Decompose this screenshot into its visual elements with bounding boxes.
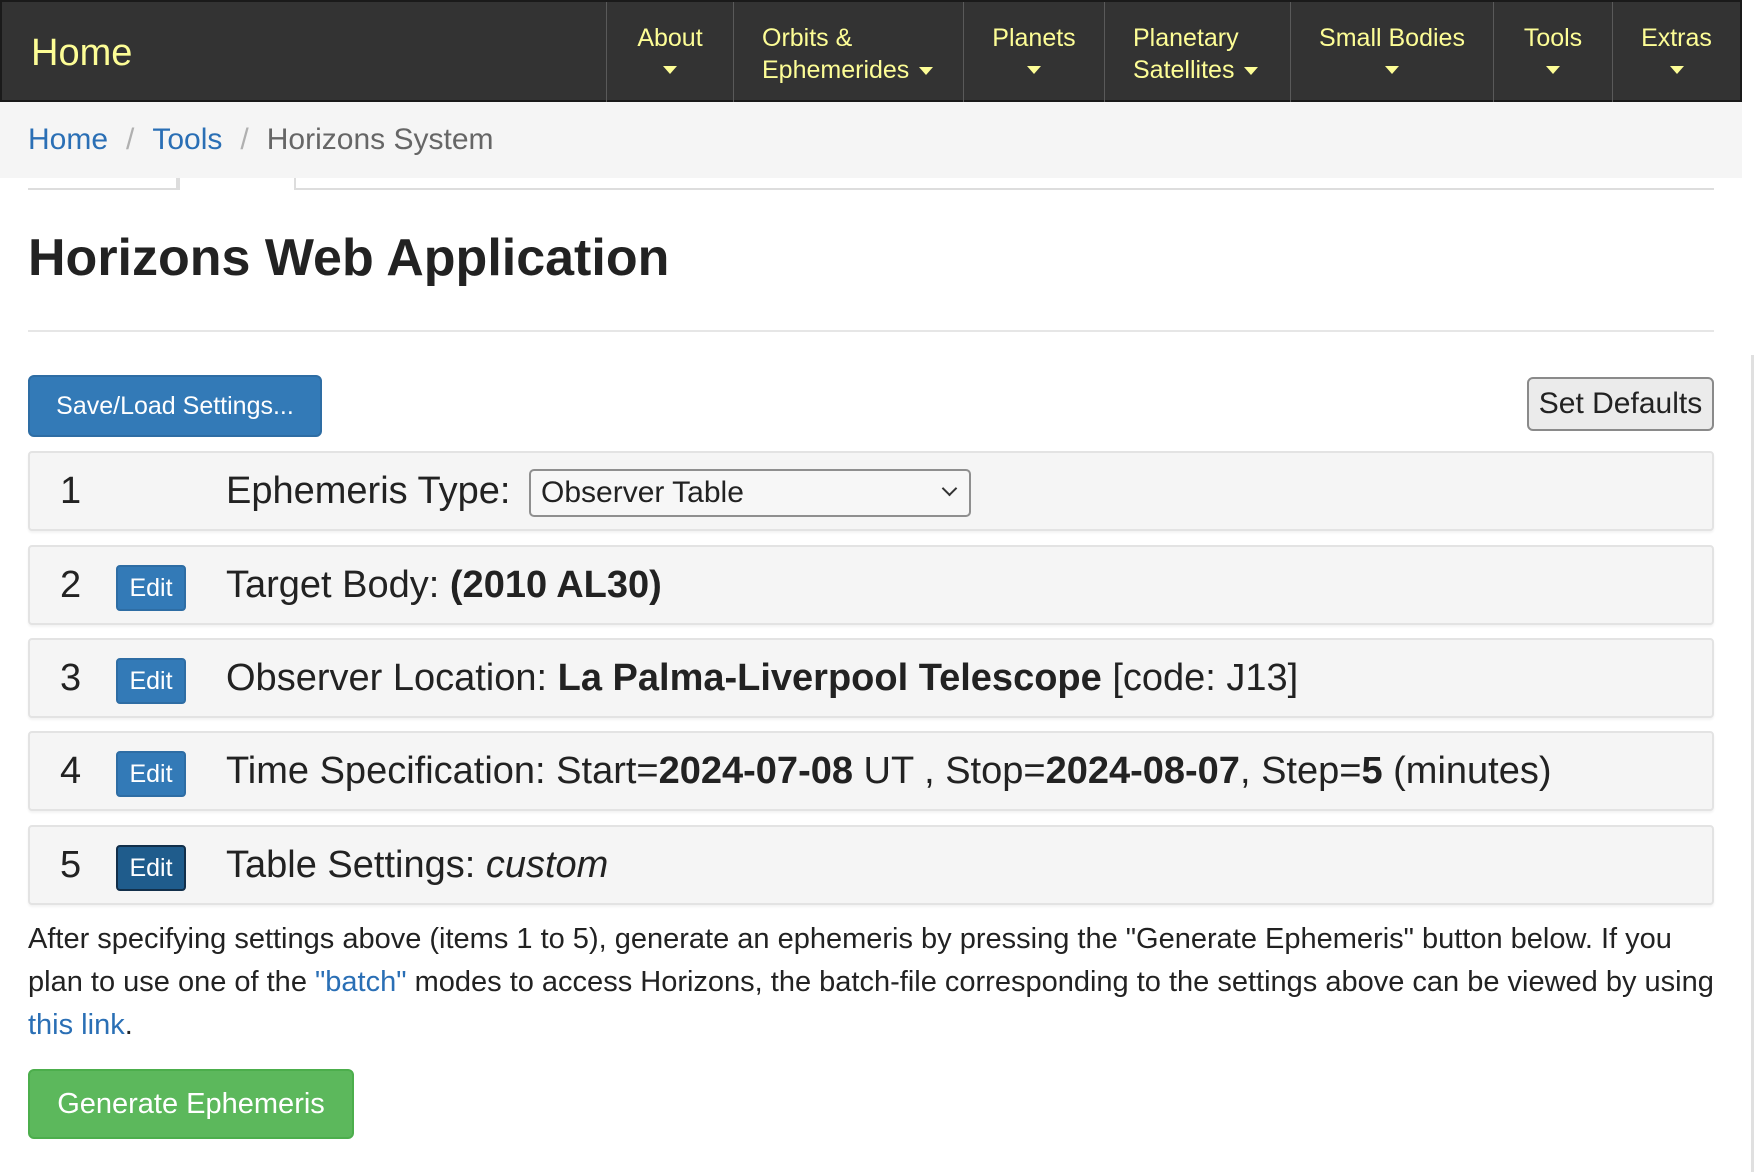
step-label: Ephemeris Type: [226,470,511,512]
step-content: Target Body: (2010 AL30) [226,547,662,623]
target-body-value: (2010 AL30) [449,564,662,606]
step-content: Table Settings: custom [226,827,608,903]
tab-stub-active [178,178,296,190]
time-text: , Step= [1239,750,1362,792]
caret-down-icon [1669,66,1684,74]
nav-item-small-bodies[interactable]: Small Bodies [1290,2,1493,102]
observer-code: [code: J13] [1112,657,1299,699]
step-label: Time Specification: Start= [226,750,659,792]
breadcrumb-current: Horizons System [266,123,494,156]
top-navbar: Home About Orbits & Ephemerides Planets … [0,0,1742,102]
page-title: Horizons Web Application [28,229,670,287]
edit-target-body-button[interactable]: Edit [116,565,186,611]
nav-item-label: Orbits & [762,24,853,52]
tab-stub [28,178,178,190]
stop-date: 2024-08-07 [1045,750,1240,792]
breadcrumb-tools-link[interactable]: Tools [152,123,222,156]
caret-down-icon [663,66,677,74]
caret-down-icon [919,67,934,76]
instructions-paragraph: After specifying settings above (items 1… [28,918,1718,1047]
this-link[interactable]: this link [28,1009,125,1041]
step-target-body: 2 Edit Target Body: (2010 AL30) [28,545,1714,625]
nav-item-planetary-satellites[interactable]: Planetary Satellites [1104,2,1290,102]
breadcrumb: Home / Tools / Horizons System [0,102,1742,178]
edit-time-specification-button[interactable]: Edit [116,751,186,797]
step-label: Table Settings: [226,844,476,886]
nav-item-label: Extras [1641,24,1712,52]
edit-table-settings-button[interactable]: Edit [116,845,186,891]
nav-item-label-line2: Satellites [1133,54,1262,86]
step-ephemeris-type: 1 Ephemeris Type: Observer Table [28,451,1714,531]
nav-item-label: Planets [992,24,1076,52]
nav-item-orbits-ephemerides[interactable]: Orbits & Ephemerides [733,2,963,102]
generate-ephemeris-button[interactable]: Generate Ephemeris [28,1069,354,1139]
step-number: 5 [60,844,82,886]
nav-item-label: Small Bodies [1319,24,1465,52]
nav-item-label: About [637,24,703,52]
nav-item-label: Planetary [1133,24,1239,52]
step-label: Observer Location: [226,657,548,699]
breadcrumb-separator: / [126,123,135,156]
nav-item-tools[interactable]: Tools [1493,2,1612,102]
observer-location-value: La Palma-Liverpool Telescope [557,657,1102,699]
info-text: . [124,1009,133,1041]
breadcrumb-separator: / [240,123,249,156]
step-size: 5 [1361,750,1383,792]
step-number: 2 [60,564,82,606]
brand-home-link[interactable]: Home [31,2,132,104]
select-value: Observer Table [541,475,744,509]
caret-down-icon [1385,66,1399,74]
caret-down-icon [1244,67,1259,76]
nav-item-planets[interactable]: Planets [963,2,1104,102]
step-label: Target Body: [226,564,440,606]
step-number: 3 [60,657,82,699]
step-table-settings: 5 Edit Table Settings: custom [28,825,1714,905]
nav-item-about[interactable]: About [606,2,733,102]
step-time-specification: 4 Edit Time Specification: Start=2024-07… [28,731,1714,811]
nav-item-label-line2: Ephemerides [762,54,935,86]
step-content: Observer Location: La Palma-Liverpool Te… [226,640,1298,716]
caret-down-icon [1027,66,1041,74]
title-divider [28,330,1714,332]
step-unit: (minutes) [1382,750,1552,792]
step-number: 1 [60,470,82,512]
nav-item-extras[interactable]: Extras [1612,2,1740,102]
nav-item-label: Tools [1523,24,1583,52]
step-observer-location: 3 Edit Observer Location: La Palma-Liver… [28,638,1714,718]
chevron-down-icon [941,480,958,497]
step-content: Ephemeris Type: Observer Table [226,453,972,529]
save-load-settings-button[interactable]: Save/Load Settings... [28,375,322,437]
nav-menu: About Orbits & Ephemerides Planets Plane… [606,2,1740,102]
breadcrumb-home-link[interactable]: Home [28,123,108,156]
caret-down-icon [1546,66,1560,74]
step-content: Time Specification: Start=2024-07-08 UT … [226,733,1552,809]
table-settings-value: custom [485,844,609,886]
edit-observer-location-button[interactable]: Edit [116,658,186,704]
ephemeris-type-select[interactable]: Observer Table [529,468,972,517]
set-defaults-button[interactable]: Set Defaults [1527,377,1714,431]
time-text: UT , Stop= [853,750,1046,792]
info-text: modes to access Horizons, the batch-file… [406,966,1714,998]
start-date: 2024-07-08 [658,750,853,792]
step-number: 4 [60,750,82,792]
batch-link[interactable]: "batch" [315,966,407,998]
